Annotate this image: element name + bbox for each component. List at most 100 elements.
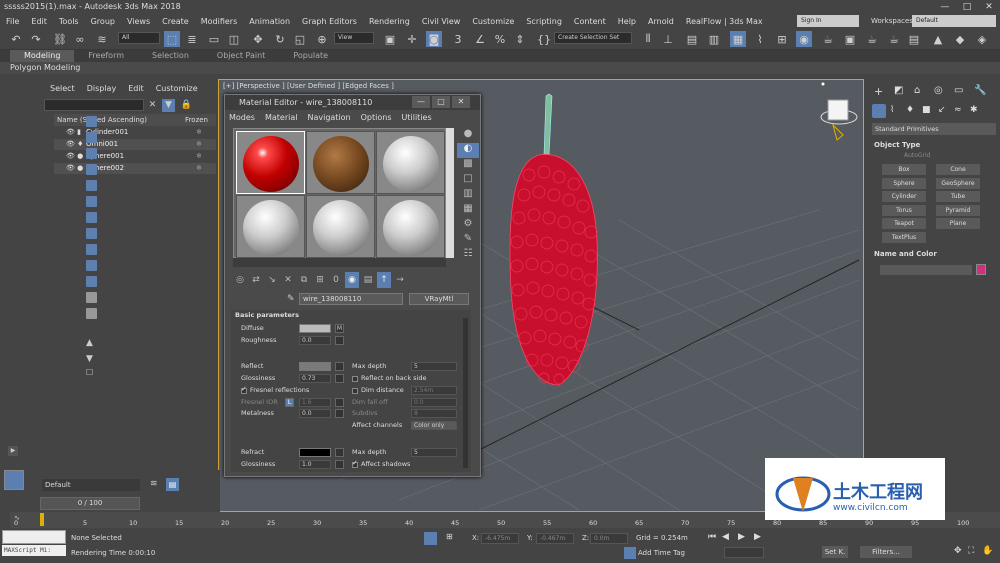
category-select[interactable]: Standard Primitives — [872, 123, 996, 135]
fresnel-checkbox[interactable] — [241, 385, 247, 394]
geosphere-button[interactable]: GeoSphere — [936, 178, 980, 189]
options-icon[interactable]: ⚙ — [457, 218, 479, 233]
make-preview-icon[interactable]: ▦ — [457, 203, 479, 218]
menu-file[interactable]: File — [0, 17, 25, 26]
dim-distance-spinner[interactable]: 2.54m — [411, 386, 457, 395]
utilities-tab-icon[interactable]: 🔧 — [974, 85, 986, 96]
plane-button[interactable]: Plane — [936, 218, 980, 229]
keyboard-shortcut-icon[interactable]: ◙ — [426, 31, 442, 47]
display-groups-icon[interactable] — [86, 212, 97, 223]
reference-coord-select[interactable]: View — [334, 32, 374, 44]
material-editor-titlebar[interactable]: Material Editor - wire_138008110 — □ ✕ — [225, 95, 480, 110]
menu-views[interactable]: Views — [121, 17, 156, 26]
scene-row[interactable]: 👁 ● Sphere002 ❄ — [54, 163, 216, 174]
refract-max-depth-spinner[interactable]: 5 — [411, 448, 457, 457]
fresnel-ior-map-button[interactable] — [335, 398, 344, 407]
z-coord-field[interactable]: 0.0m — [590, 533, 628, 544]
menu-rendering[interactable]: Rendering — [363, 17, 416, 26]
scene-menu-display[interactable]: Display — [87, 84, 117, 93]
object-name-field[interactable] — [880, 265, 972, 275]
hierarchy-tab-icon[interactable]: ⌂ — [914, 85, 920, 96]
bind-spacewarp-icon[interactable]: ≋ — [94, 31, 110, 47]
schematic-view-icon[interactable]: ⊞ — [774, 31, 790, 47]
display-all-icon[interactable] — [86, 292, 97, 303]
named-selection-set[interactable]: Create Selection Set — [554, 32, 632, 44]
object-type-rollout[interactable]: Object Type — [874, 140, 994, 151]
x-coord-field[interactable]: -6.475m — [481, 533, 519, 544]
current-frame-field[interactable] — [724, 547, 764, 558]
fresnel-lock-button[interactable]: L — [285, 398, 294, 407]
close-icon[interactable]: ✕ — [452, 96, 470, 108]
pan-icon[interactable]: ✋ — [982, 546, 993, 556]
menu-utilities[interactable]: Utilities — [402, 112, 432, 124]
sample-slot[interactable] — [306, 195, 375, 258]
snaps-toggle-icon[interactable]: 3 — [450, 31, 466, 47]
scene-search-input[interactable] — [44, 99, 144, 111]
scene-column-header[interactable]: Name (Sorted Ascending) Frozen — [54, 114, 216, 126]
max-depth-spinner[interactable]: 5 — [411, 362, 457, 371]
eye-icon[interactable]: 👁 ● — [66, 163, 84, 174]
undo-icon[interactable]: ↶ — [8, 31, 24, 47]
sign-in-dropdown[interactable]: Sign In — [797, 15, 859, 27]
eye-icon[interactable]: 👁 ♦ — [66, 139, 84, 150]
edit-named-sets-icon[interactable]: {} — [536, 31, 552, 47]
create-tab-icon[interactable]: + — [874, 85, 883, 98]
menu-tools[interactable]: Tools — [53, 17, 85, 26]
scene-row[interactable]: 👁 ● Sphere001 ❄ — [54, 151, 216, 162]
funnel-icon[interactable]: ▼ — [86, 354, 97, 365]
next-frame-icon[interactable]: ▶ — [754, 532, 761, 542]
vray-icon[interactable]: ◆ — [952, 31, 968, 47]
realflow-icon[interactable]: ◈ — [974, 31, 990, 47]
minimize-icon[interactable]: — — [412, 96, 430, 108]
reflect-map-button[interactable] — [335, 362, 344, 371]
material-navigator-icon[interactable]: ☷ — [457, 248, 479, 263]
spinner-snap-icon[interactable]: ⇕ — [512, 31, 528, 47]
select-object-icon[interactable]: ⬚ — [164, 31, 180, 47]
freeze-icon[interactable]: ❄ — [196, 151, 202, 162]
box-button[interactable]: Box — [882, 164, 926, 175]
background-icon[interactable]: ▩ — [457, 158, 479, 173]
toggle-scene-explorer-icon[interactable]: ▤ — [684, 31, 700, 47]
layer-select[interactable]: Default — [42, 479, 140, 491]
menu-customize[interactable]: Customize — [466, 17, 520, 26]
display-helpers-icon[interactable] — [86, 180, 97, 191]
freeze-icon[interactable]: ❄ — [196, 163, 202, 174]
metalness-spinner[interactable]: 0.0 — [299, 409, 331, 418]
dim-distance-checkbox[interactable] — [352, 388, 358, 394]
menu-options[interactable]: Options — [361, 112, 392, 124]
selection-set-icon[interactable]: ☐ — [86, 368, 97, 379]
display-containers-icon[interactable] — [86, 260, 97, 271]
reflect-swatch[interactable] — [299, 362, 331, 371]
helpers-icon[interactable]: ↙ — [938, 105, 946, 115]
polygon-modeling-panel[interactable]: Polygon Modeling — [0, 62, 1000, 74]
tab-selection[interactable]: Selection — [138, 50, 203, 62]
rendered-frame-window-icon[interactable]: ▣ — [842, 31, 858, 47]
link-icon[interactable]: ⛓ — [52, 31, 68, 47]
align-icon[interactable]: ⊥ — [660, 31, 676, 47]
menu-graph-editors[interactable]: Graph Editors — [296, 17, 363, 26]
roughness-spinner[interactable]: 0.0 — [299, 336, 331, 345]
angle-snap-icon[interactable]: ∠ — [472, 31, 488, 47]
unlink-icon[interactable]: ∞ — [72, 31, 88, 47]
select-by-name-icon[interactable]: ≣ — [184, 31, 200, 47]
maximize-icon[interactable]: □ — [432, 96, 450, 108]
maximize-icon[interactable]: □ — [956, 0, 978, 14]
reflect-back-checkbox[interactable] — [352, 376, 358, 382]
layers-icon[interactable]: ≋ — [150, 479, 158, 489]
clear-search-icon[interactable]: ✕ — [146, 99, 159, 112]
menu-scripting[interactable]: Scripting — [520, 17, 568, 26]
refract-swatch[interactable] — [299, 448, 331, 457]
percent-snap-icon[interactable]: % — [492, 31, 508, 47]
modify-tab-icon[interactable]: ◩ — [894, 85, 903, 96]
refract-map-button[interactable] — [335, 448, 344, 457]
lock-icon[interactable]: 🔒 — [180, 99, 193, 112]
geometry-icon[interactable] — [872, 104, 886, 118]
scene-menu-customize[interactable]: Customize — [156, 84, 198, 93]
sample-slot[interactable] — [376, 195, 445, 258]
y-coord-field[interactable]: -0.467m — [536, 533, 574, 544]
previous-frame-icon[interactable]: ◀ — [722, 532, 729, 542]
select-by-material-icon[interactable]: ✎ — [457, 233, 479, 248]
assign-material-icon[interactable]: ↘ — [265, 272, 279, 288]
cylinder-button[interactable]: Cylinder — [882, 191, 926, 202]
select-manipulate-icon[interactable]: ✛ — [404, 31, 420, 47]
